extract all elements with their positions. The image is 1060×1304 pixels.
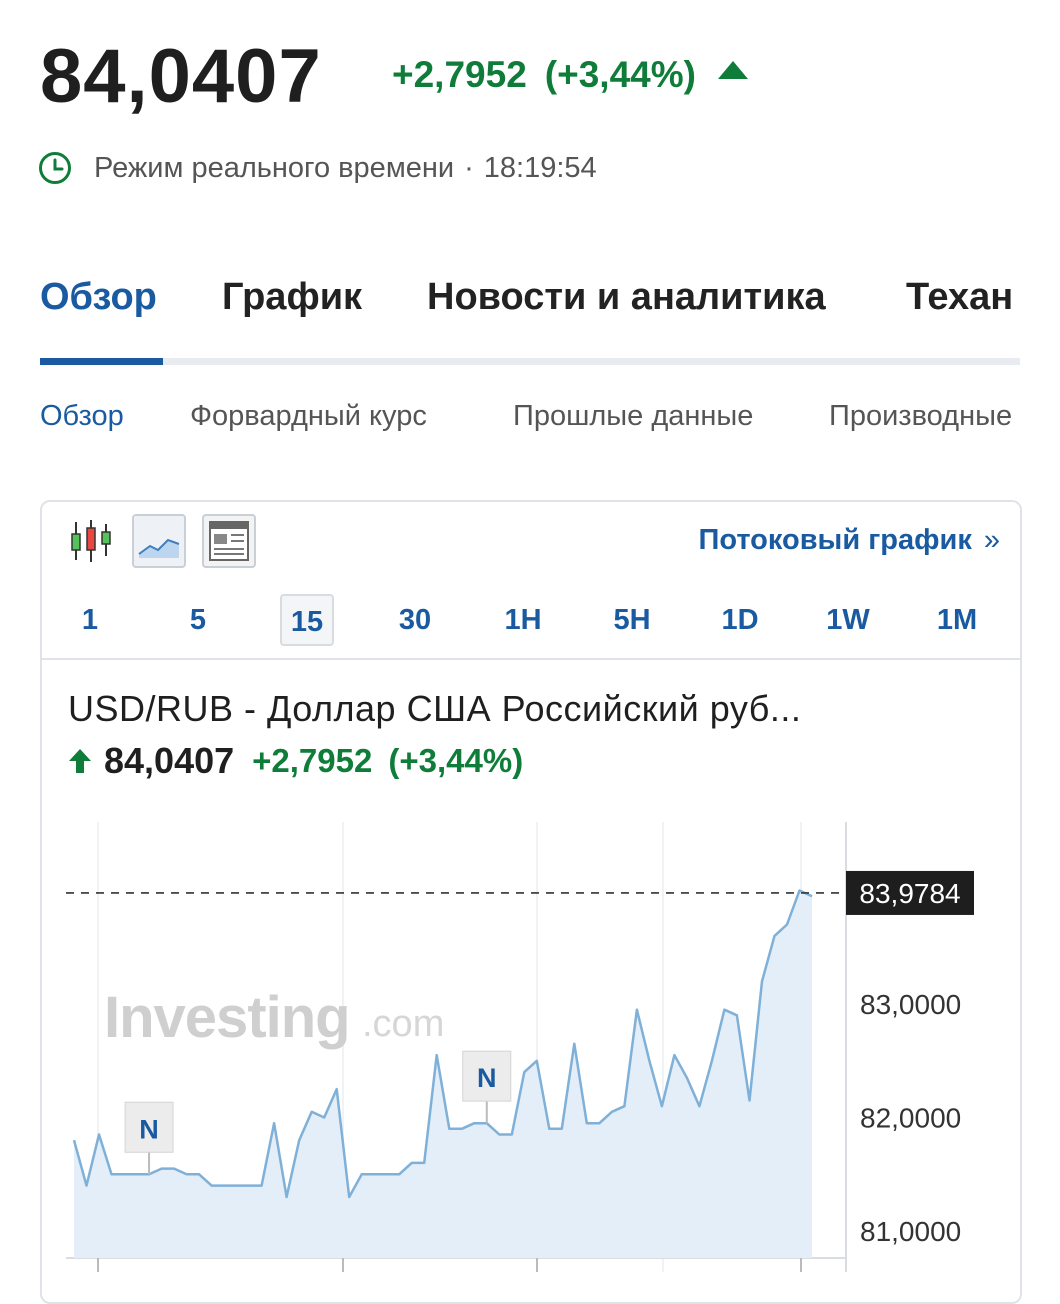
watermark-brand: Investing (104, 985, 350, 1050)
news-marker-label: N (139, 1114, 159, 1144)
y-axis-label: 83,0000 (860, 989, 961, 1020)
price-area-chart[interactable]: Investing .com N N 83,0000 82,0000 81,0000 8… (0, 0, 1060, 1280)
y-axis-label: 82,0000 (860, 1103, 961, 1134)
y-axis-label: 81,0000 (860, 1216, 961, 1247)
watermark-domain: .com (362, 1003, 444, 1045)
news-marker-label: N (477, 1063, 497, 1093)
price-area-fill (74, 890, 812, 1258)
news-marker[interactable]: N (124, 1101, 174, 1175)
current-price-label: 83,9784 (859, 878, 960, 909)
news-marker[interactable]: N (462, 1050, 512, 1124)
